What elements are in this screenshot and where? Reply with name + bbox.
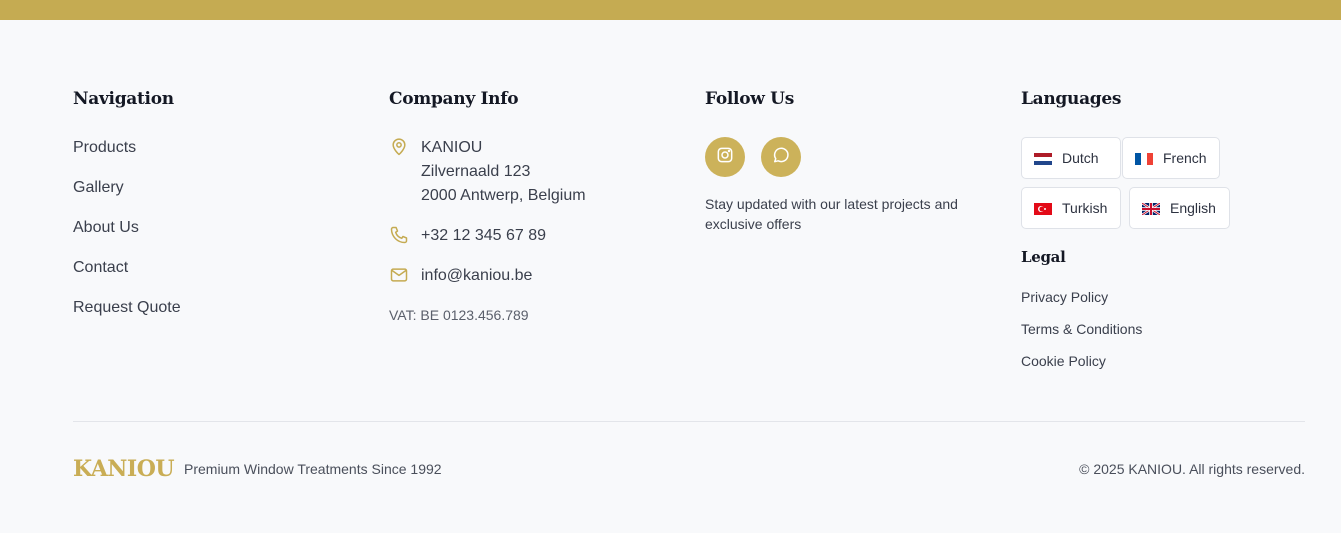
phone-row[interactable]: +32 12 345 67 89	[389, 224, 546, 248]
nav-link-gallery[interactable]: Gallery	[73, 177, 353, 217]
language-button-french[interactable]: French	[1122, 137, 1220, 179]
languages-heading: Languages	[1021, 89, 1122, 109]
chat-button[interactable]	[761, 137, 801, 177]
language-button-turkish[interactable]: Turkish	[1021, 187, 1121, 229]
nav-link-about-us[interactable]: About Us	[73, 217, 353, 257]
terms-conditions-link[interactable]: Terms & Conditions	[1021, 319, 1142, 351]
nav-link-request-quote[interactable]: Request Quote	[73, 297, 353, 337]
language-label-french: French	[1163, 150, 1207, 166]
follow-us-heading: Follow Us	[705, 89, 794, 109]
cookie-policy-link[interactable]: Cookie Policy	[1021, 351, 1142, 383]
france-flag-icon	[1135, 152, 1153, 165]
language-button-english[interactable]: English	[1129, 187, 1230, 229]
instagram-button[interactable]	[705, 137, 745, 177]
netherlands-flag-icon	[1034, 152, 1052, 165]
address-line-company: KANIOU	[421, 139, 483, 156]
company-info-heading: Company Info	[389, 89, 519, 109]
legal-links: Privacy Policy Terms & Conditions Cookie…	[1021, 287, 1142, 383]
brand-logo[interactable]: KANIOU	[73, 456, 175, 482]
navigation-column: Navigation Products Gallery About Us Con…	[73, 88, 353, 337]
language-button-dutch[interactable]: Dutch	[1021, 137, 1121, 179]
email-address[interactable]: info@kaniou.be	[421, 264, 532, 288]
uk-flag-icon	[1141, 202, 1161, 216]
vat-number: VAT: BE 0123.456.789	[389, 307, 529, 323]
language-label-dutch: Dutch	[1062, 150, 1099, 166]
company-info-column: Company Info KANIOU Zilvernaald 123 2000…	[389, 88, 679, 323]
language-label-english: English	[1170, 200, 1216, 216]
footer-divider	[73, 421, 1305, 422]
social-links	[705, 137, 817, 177]
brand-tagline: Premium Window Treatments Since 1992	[184, 461, 442, 477]
email-row[interactable]: info@kaniou.be	[389, 264, 532, 288]
address-line-street: Zilvernaald 123	[421, 163, 531, 180]
phone-number[interactable]: +32 12 345 67 89	[421, 224, 546, 248]
follow-us-description: Stay updated with our latest projects an…	[705, 196, 958, 232]
address-row: KANIOU Zilvernaald 123 2000 Antwerp, Bel…	[389, 136, 586, 208]
nav-link-contact[interactable]: Contact	[73, 257, 353, 297]
mail-icon	[389, 265, 409, 285]
languages-column: Languages Dutch French Turkish English L…	[1021, 88, 1311, 369]
nav-link-products[interactable]: Products	[73, 137, 353, 177]
turkey-flag-icon	[1034, 202, 1052, 215]
chat-bubble-icon	[771, 145, 791, 170]
language-label-turkish: Turkish	[1062, 200, 1108, 216]
map-pin-icon	[389, 137, 409, 157]
phone-icon	[389, 225, 409, 245]
navigation-list: Products Gallery About Us Contact Reques…	[73, 137, 353, 337]
top-accent-bar	[0, 0, 1341, 20]
address-line-city: 2000 Antwerp, Belgium	[421, 187, 586, 204]
privacy-policy-link[interactable]: Privacy Policy	[1021, 287, 1142, 319]
copyright-text: © 2025 KANIOU. All rights reserved.	[1079, 461, 1305, 477]
navigation-heading: Navigation	[73, 89, 174, 109]
legal-heading: Legal	[1021, 248, 1066, 266]
address-text: KANIOU Zilvernaald 123 2000 Antwerp, Bel…	[421, 136, 586, 208]
follow-us-column: Follow Us Stay updated with our latest p…	[705, 88, 995, 232]
instagram-icon	[715, 145, 735, 170]
